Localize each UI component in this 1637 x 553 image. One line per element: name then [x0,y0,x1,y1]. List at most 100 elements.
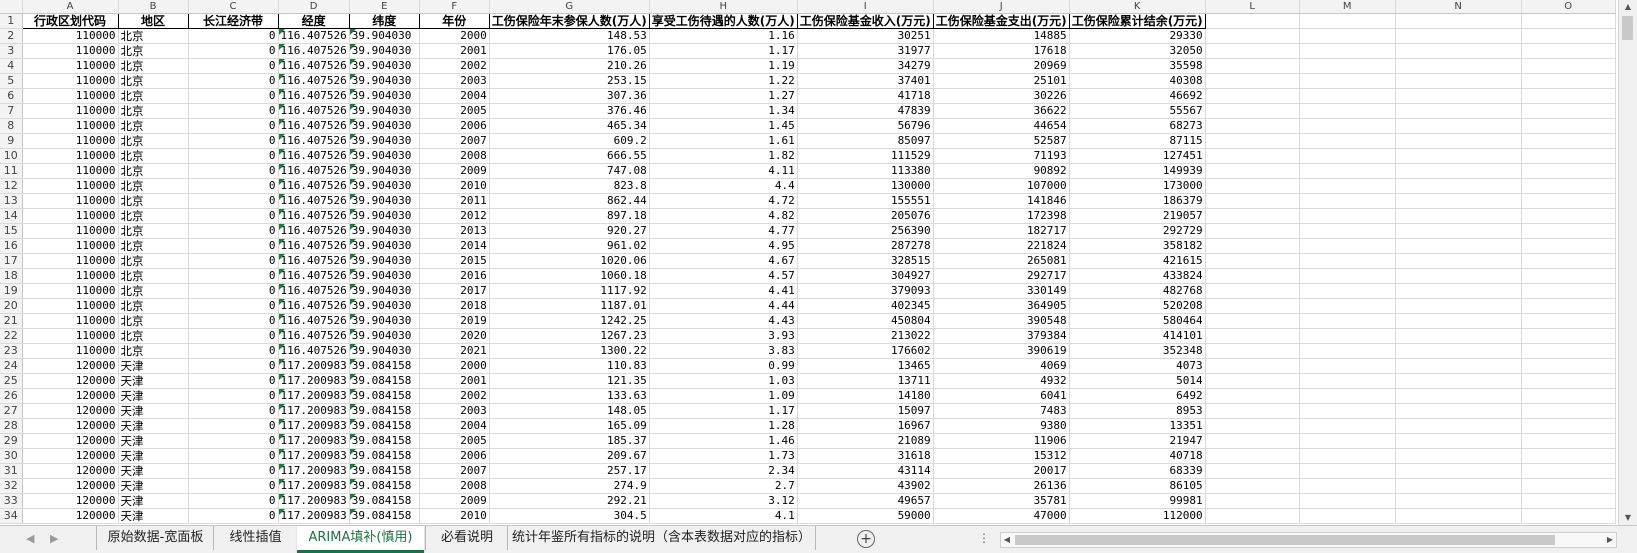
cell-fund-balance[interactable]: 21947 [1069,433,1206,449]
cell-fund-expense[interactable]: 20969 [933,58,1070,74]
row-header[interactable]: 31 [0,463,23,479]
cell-fund-expense[interactable]: 6041 [933,388,1070,404]
row-header[interactable]: 34 [0,508,23,524]
spreadsheet-table[interactable]: A B C D E F G H I J K L M N O 1 行政区划代码 地区 长江经济带 经度 纬度 年份 工伤保险年… [0,0,1616,524]
column-header-f[interactable]: F [419,0,490,14]
cell-beneficiaries[interactable]: 4.77 [649,223,798,239]
empty-cell[interactable] [1521,343,1616,359]
cell-longitude[interactable]: 117.200983 [278,388,350,404]
row-header[interactable]: 33 [0,493,23,509]
row-header[interactable]: 19 [0,283,23,299]
empty-cell[interactable] [1299,373,1396,389]
cell-longitude[interactable]: 116.407526 [278,58,350,74]
row-header[interactable]: 29 [0,433,23,449]
cell-latitude[interactable]: 39.904030 [349,283,420,299]
empty-cell[interactable] [1205,373,1300,389]
cell-year[interactable]: 2021 [419,343,490,359]
cell-fund-expense[interactable]: 9380 [933,418,1070,434]
cell-latitude[interactable]: 39.904030 [349,28,420,44]
cell-longitude[interactable]: 116.407526 [278,328,350,344]
cell-yangtze-flag[interactable]: 0 [188,493,279,509]
column-header-k[interactable]: K [1069,0,1206,14]
empty-cell[interactable] [1395,388,1522,404]
cell-region[interactable]: 北京 [118,268,189,284]
cell-fund-income[interactable]: 213022 [797,328,934,344]
cell-insured-count[interactable]: 292.21 [489,493,650,509]
cell-yangtze-flag[interactable]: 0 [188,28,279,44]
empty-cell[interactable] [1521,43,1616,59]
cell-insured-count[interactable]: 210.26 [489,58,650,74]
horizontal-scroll-thumb[interactable] [1015,535,1555,545]
cell-fund-expense[interactable]: 71193 [933,148,1070,164]
empty-cell[interactable] [1205,253,1300,269]
empty-cell[interactable] [1395,358,1522,374]
cell-insured-count[interactable]: 110.83 [489,358,650,374]
cell-region[interactable]: 天津 [118,358,189,374]
cell-fund-expense[interactable]: 90892 [933,163,1070,179]
cell-beneficiaries[interactable]: 4.43 [649,313,798,329]
empty-cell[interactable] [1395,373,1522,389]
cell-year[interactable]: 2004 [419,418,490,434]
cell-longitude[interactable]: 116.407526 [278,163,350,179]
cell-fund-balance[interactable]: 6492 [1069,388,1206,404]
empty-cell[interactable] [1395,58,1522,74]
cell-yangtze-flag[interactable]: 0 [188,403,279,419]
cell-yangtze-flag[interactable]: 0 [188,463,279,479]
cell-region[interactable]: 北京 [118,88,189,104]
cell-region[interactable]: 北京 [118,298,189,314]
cell-fund-income[interactable]: 113380 [797,163,934,179]
cell-yangtze-flag[interactable]: 0 [188,478,279,494]
cell-latitude[interactable]: 39.084158 [349,388,420,404]
row-header[interactable]: 5 [0,73,23,89]
cell-yangtze-flag[interactable]: 0 [188,373,279,389]
empty-cell[interactable] [1205,88,1300,104]
cell-fund-income[interactable]: 379093 [797,283,934,299]
cell-year[interactable]: 2003 [419,403,490,419]
cell-region[interactable]: 北京 [118,328,189,344]
cell-year[interactable]: 2015 [419,253,490,269]
empty-cell[interactable] [1395,133,1522,149]
empty-cell[interactable] [1205,163,1300,179]
cell-beneficiaries[interactable]: 1.73 [649,448,798,464]
cell-fund-expense[interactable]: 17618 [933,43,1070,59]
cell-year[interactable]: 2006 [419,118,490,134]
cell-fund-balance[interactable]: 40308 [1069,73,1206,89]
cell-longitude[interactable]: 117.200983 [278,403,350,419]
cell-region[interactable]: 北京 [118,343,189,359]
empty-cell[interactable] [1521,118,1616,134]
empty-cell[interactable] [1521,448,1616,464]
cell-fund-income[interactable]: 85097 [797,133,934,149]
cell-fund-income[interactable]: 176602 [797,343,934,359]
cell-fund-balance[interactable]: 68273 [1069,118,1206,134]
cell-longitude[interactable]: 116.407526 [278,283,350,299]
column-header-b[interactable]: B [118,0,189,14]
column-header-n[interactable]: N [1395,0,1522,14]
empty-cell[interactable] [1521,253,1616,269]
cell-insured-count[interactable]: 1117.92 [489,283,650,299]
cell-latitude[interactable]: 39.904030 [349,313,420,329]
cell-yangtze-flag[interactable]: 0 [188,298,279,314]
empty-cell[interactable] [1299,148,1396,164]
cell-fund-balance[interactable]: 46692 [1069,88,1206,104]
cell-year[interactable]: 2007 [419,463,490,479]
cell-region-code[interactable]: 120000 [22,448,119,464]
empty-cell[interactable] [1299,193,1396,209]
cell-region[interactable]: 天津 [118,448,189,464]
empty-cell[interactable] [1521,163,1616,179]
cell-year[interactable]: 2000 [419,28,490,44]
cell-yangtze-flag[interactable]: 0 [188,163,279,179]
empty-cell[interactable] [1205,43,1300,59]
cell-longitude[interactable]: 116.407526 [278,43,350,59]
cell-yangtze-flag[interactable]: 0 [188,193,279,209]
cell-region-code[interactable]: 120000 [22,388,119,404]
empty-cell[interactable] [1205,133,1300,149]
empty-cell[interactable] [1395,328,1522,344]
empty-cell[interactable] [1521,13,1616,29]
row-header[interactable]: 11 [0,163,23,179]
cell-yangtze-flag[interactable]: 0 [188,388,279,404]
cell-insured-count[interactable]: 257.17 [489,463,650,479]
cell-fund-balance[interactable]: 149939 [1069,163,1206,179]
cell-fund-balance[interactable]: 68339 [1069,463,1206,479]
cell-fund-income[interactable]: 450804 [797,313,934,329]
cell-region[interactable]: 天津 [118,478,189,494]
